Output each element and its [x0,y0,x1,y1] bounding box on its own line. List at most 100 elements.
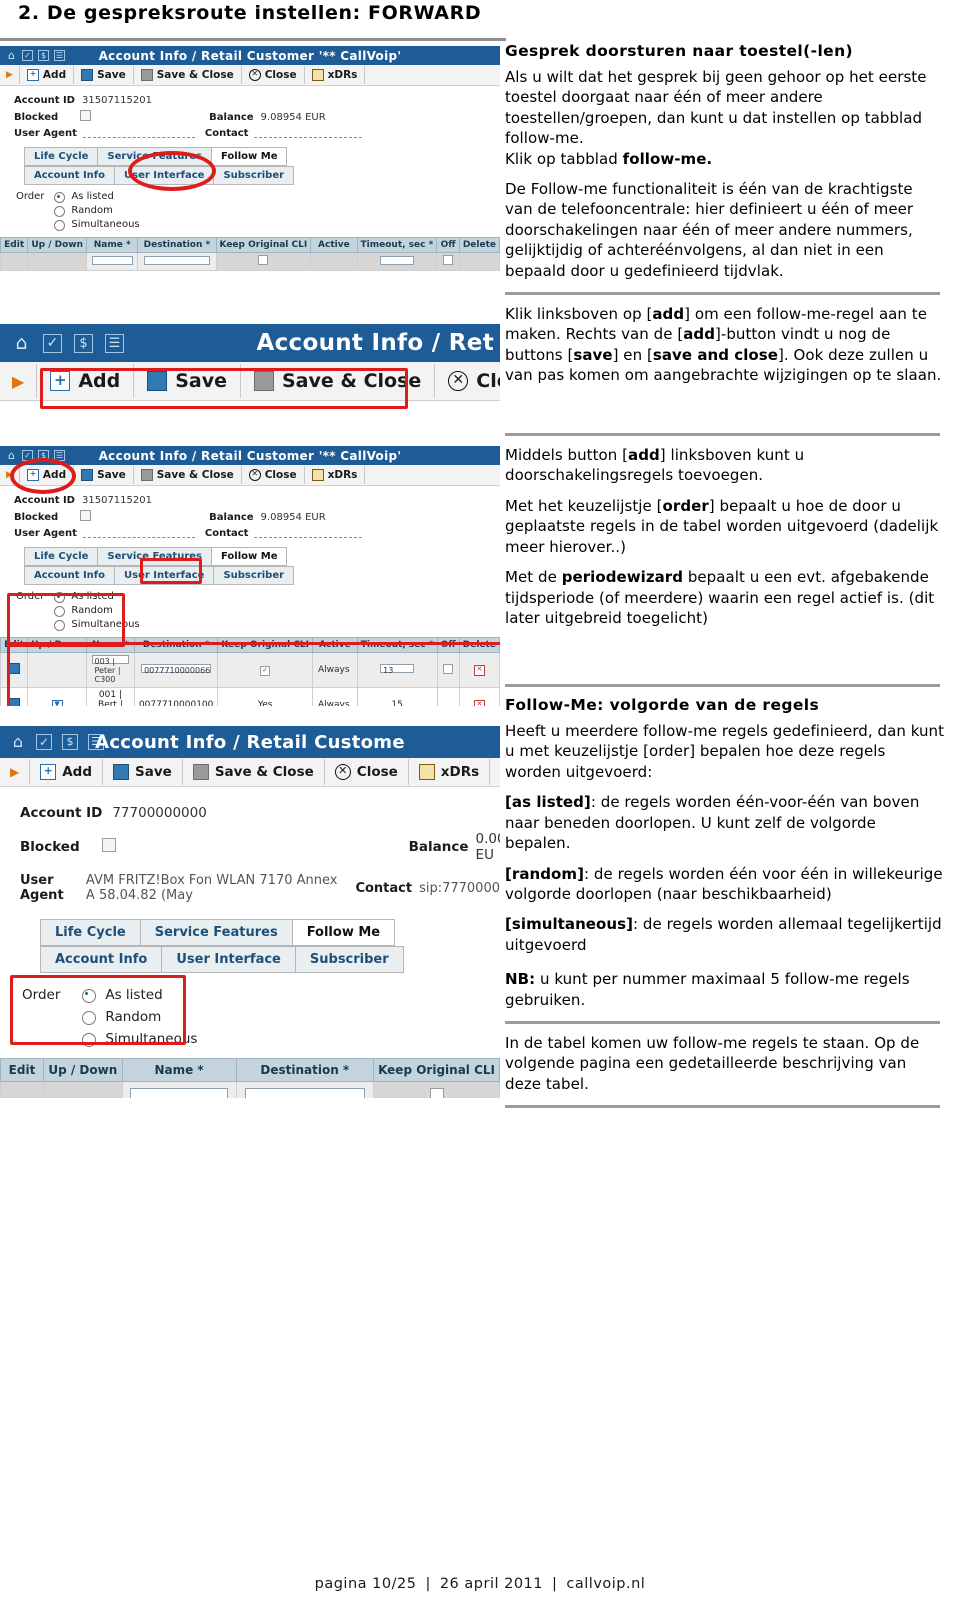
cell-keep-cli[interactable] [215,252,312,271]
cell-delete[interactable]: ✕ [458,687,500,706]
cell-keep-cli[interactable] [373,1081,500,1098]
order-option-simultaneous[interactable]: Simultaneous [54,219,140,231]
cell-active: Always [312,687,358,706]
collapse-arrow-icon[interactable]: ▶ [10,765,19,779]
save-button[interactable]: Save [102,759,183,785]
tab-account-info[interactable]: Account Info [24,166,116,185]
shot2-toolbar: ▶ +Add Save Save & Close ✕Close xDRs [0,362,500,401]
tab-follow-me[interactable]: Follow Me [211,547,288,566]
save-and-close-button[interactable]: Save & Close [240,364,436,398]
block4-paragraph-2: [as listed]: de regels worden één-voor-é… [505,792,945,853]
divider-1 [505,292,940,296]
close-button[interactable]: ✕Close [323,759,409,785]
cell-off[interactable] [436,652,460,688]
blocked-checkbox[interactable] [80,510,92,524]
tab-user-interface[interactable]: User Interface [114,566,215,585]
cell-edit[interactable] [0,687,29,706]
cell-updown[interactable] [27,652,87,688]
collapse-arrow-icon[interactable]: ▶ [6,470,13,480]
save-button[interactable]: Save [73,466,134,484]
cell-destination[interactable] [235,1081,375,1098]
xdrs-button[interactable]: xDRs [303,466,366,484]
cell-name[interactable]: 003 | Peter | C300 [85,652,136,688]
save-and-close-button[interactable]: Save & Close [132,66,242,84]
cell-destination[interactable]: 0077710000066 [134,652,219,688]
tab-follow-me[interactable]: Follow Me [211,147,288,166]
order-option-as-listed[interactable]: As listed [82,987,197,1003]
order-option-as-listed[interactable]: As listed [54,191,139,203]
account-id-value: 31507115201 [82,495,152,506]
close-button[interactable]: ✕Close [240,466,305,484]
th-name: Name * [121,1058,237,1082]
cell-timeout[interactable] [356,252,438,271]
tab-service-features[interactable]: Service Features [97,147,212,166]
tab-user-interface[interactable]: User Interface [161,946,296,973]
close-button[interactable]: ✕Close [240,66,305,84]
save-and-close-button[interactable]: Save & Close [132,466,242,484]
order-option-random[interactable]: Random [54,605,139,617]
balance-value: 9.08954 EUR [260,511,326,523]
blocked-checkbox[interactable] [80,110,92,124]
cell-timeout[interactable]: 13 [356,652,438,688]
tab-follow-me[interactable]: Follow Me [291,919,396,946]
cell-edit[interactable] [0,252,29,271]
gap-2 [0,436,500,446]
tab-service-features[interactable]: Service Features [97,547,212,566]
tab-service-features[interactable]: Service Features [139,919,293,946]
divider-4 [505,1020,940,1024]
cell-name[interactable] [121,1081,237,1098]
cell-updown[interactable] [27,252,87,271]
th-delete: Delete [458,637,500,653]
cell-edit[interactable] [0,1081,44,1098]
add-button[interactable]: + Add [18,66,75,84]
order-option-as-listed[interactable]: As listed [54,591,139,603]
tab-account-info[interactable]: Account Info [40,946,163,973]
order-option-simultaneous[interactable]: Simultaneous [54,619,140,631]
shot3-order-group: Order As listed Random Simultaneous [0,585,500,637]
collapse-arrow-icon[interactable]: ▶ [12,372,24,391]
save-and-close-button[interactable]: Save & Close [181,759,325,785]
order-option-random[interactable]: Random [82,1009,197,1025]
cell-delete[interactable] [458,252,500,271]
order-label: Order [16,191,45,202]
tab-life-cycle[interactable]: Life Cycle [24,547,99,566]
tab-account-info[interactable]: Account Info [24,566,116,585]
block1-p1b-prefix: Klik op tabblad [505,149,623,168]
add-button[interactable]: + Add [29,759,104,785]
cell-edit[interactable] [0,652,29,688]
block1-p1b-bold: follow-me. [622,149,713,168]
tab-life-cycle[interactable]: Life Cycle [40,919,141,946]
save-button[interactable]: Save [133,364,241,398]
screenshot-2-toolbar-zoom: ⌂ ✓ $ ☰ Account Info / Ret ▶ + Add Save S… [0,324,500,436]
cell-off[interactable] [436,252,460,271]
account-id-value: 31507115201 [82,95,152,106]
cell-destination[interactable] [137,252,217,271]
order-option-simultaneous[interactable]: Simultaneous [82,1031,197,1047]
cell-updown[interactable]: ▼ [27,687,87,706]
cell-keep-cli[interactable]: ✓ [217,652,314,688]
tab-user-interface[interactable]: User Interface [114,166,215,185]
close-button[interactable]: ✕Close [434,364,500,398]
cell-updown[interactable] [43,1081,123,1098]
tab-subscriber[interactable]: Subscriber [213,566,295,585]
footer-divider-2: | [552,1576,558,1592]
add-button[interactable]: + Add [36,364,135,398]
th-timeout: Timeout, sec * [356,637,438,653]
cell-active[interactable] [310,252,358,271]
collapse-arrow-icon[interactable]: ▶ [6,70,13,80]
shot4-body: Account ID 77700000000 Blocked Balance 0… [0,787,500,1098]
tab-subscriber[interactable]: Subscriber [213,166,295,185]
tab-subscriber[interactable]: Subscriber [294,946,404,973]
save-button[interactable]: Save [73,66,134,84]
add-button[interactable]: + Add [18,466,75,484]
cell-name[interactable] [85,252,139,271]
xdrs-button[interactable]: xDRs [303,66,366,84]
th-updown: Up / Down [27,237,87,253]
blocked-checkbox[interactable] [101,838,116,856]
order-option-random[interactable]: Random [54,205,139,217]
cell-active[interactable]: Always [312,652,358,688]
tab-life-cycle[interactable]: Life Cycle [24,147,99,166]
cell-delete[interactable]: ✕ [458,652,500,688]
b3-p2t1: Met het keuzelijstje [ [505,496,663,515]
xdrs-button[interactable]: xDRs [407,759,491,785]
